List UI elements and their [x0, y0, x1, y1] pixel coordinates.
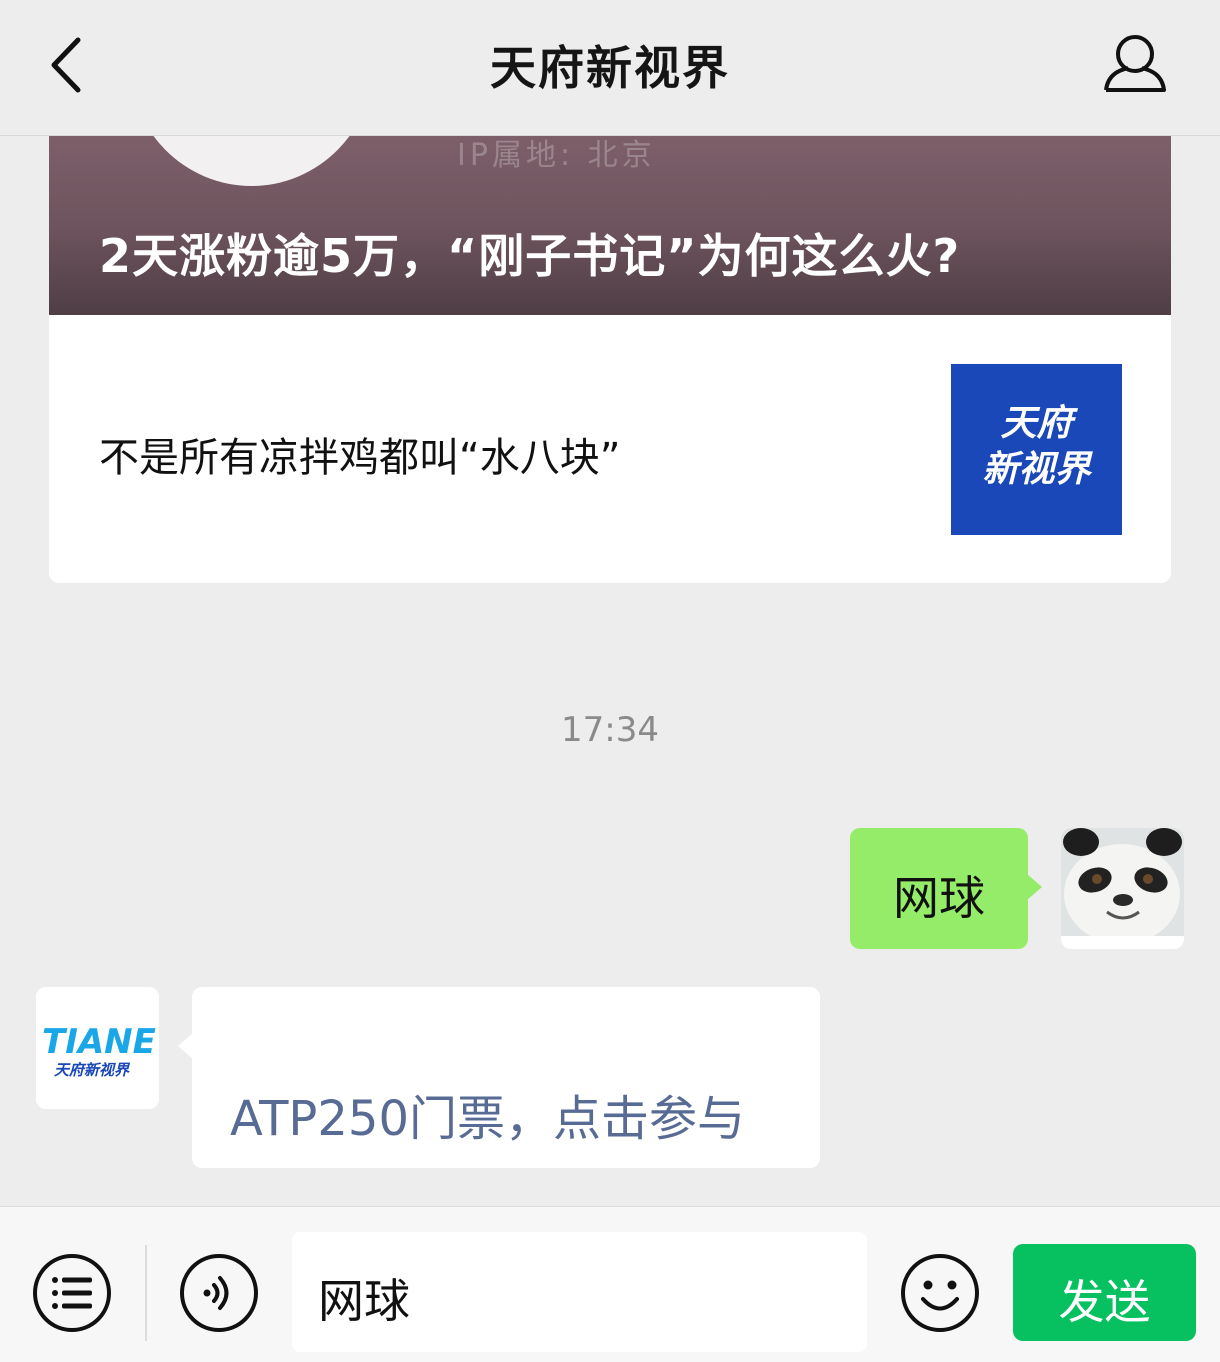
list-icon	[33, 1254, 111, 1332]
outgoing-message-text: 网球	[893, 871, 985, 925]
top-nav-bar: 天府新视界	[0, 0, 1220, 136]
send-button-label: 发送	[1058, 1275, 1151, 1329]
sub-article-item[interactable]: 不是所有凉拌鸡都叫“水八块” 天府 新视界	[49, 315, 1171, 583]
thumb-logo-line2: 新视界	[982, 449, 1091, 490]
voice-icon	[180, 1254, 258, 1332]
thumb-logo-line1: 天府	[1000, 403, 1073, 444]
page-title: 天府新视界	[490, 41, 730, 95]
logo-subtext: 天府新视界	[54, 1061, 131, 1079]
logo-mark: TIANEW	[42, 1022, 159, 1062]
user-avatar[interactable]	[1061, 828, 1184, 949]
incoming-message-link[interactable]: ATP250门票，点击参与	[230, 1079, 745, 1149]
composer-bar: 网球 发送	[0, 1206, 1220, 1362]
outgoing-message-bubble[interactable]: 网球	[850, 828, 1042, 949]
menu-button[interactable]	[31, 1252, 113, 1334]
banner-title: 2天涨粉逾5万，“刚子书记”为何这么火?	[99, 229, 961, 283]
chat-timestamp: 17:34	[561, 710, 659, 750]
tianew-logo-image: TIANEW 天府新视界	[36, 987, 159, 1109]
article-banner[interactable]: IP属地: 北京 2天涨粉逾5万，“刚子书记”为何这么火?	[49, 136, 1171, 315]
message-input[interactable]: 网球	[292, 1232, 867, 1352]
profile-button[interactable]	[1098, 30, 1172, 100]
voice-button[interactable]	[178, 1252, 260, 1334]
send-button[interactable]: 发送	[1013, 1244, 1196, 1341]
incoming-message-bubble: ATP250门票，点击参与	[178, 987, 820, 1168]
sub-article-title: 不是所有凉拌鸡都叫“水八块”	[99, 435, 621, 481]
article-card: IP属地: 北京 2天涨粉逾5万，“刚子书记”为何这么火? 不是所有凉拌鸡都叫“…	[49, 136, 1171, 583]
emoji-button[interactable]	[899, 1252, 981, 1334]
composer-divider	[145, 1245, 147, 1341]
panda-avatar-image	[1061, 828, 1184, 949]
banner-image	[129, 136, 374, 186]
sub-article-thumbnail: 天府 新视界	[951, 364, 1122, 535]
official-account-avatar[interactable]: TIANEW 天府新视界	[36, 987, 159, 1109]
emoji-icon	[901, 1254, 979, 1332]
banner-blurred-text: IP属地: 北京	[457, 138, 656, 173]
back-button[interactable]	[40, 30, 100, 100]
chevron-left-icon	[51, 37, 81, 93]
message-input-value: 网球	[318, 1274, 410, 1328]
person-icon	[1104, 35, 1166, 92]
